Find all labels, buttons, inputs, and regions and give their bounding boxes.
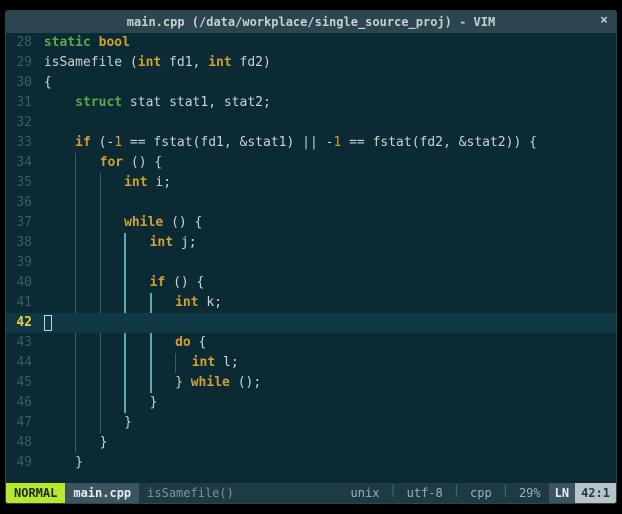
line-number: 39 xyxy=(6,253,36,273)
indent-guide xyxy=(100,253,101,273)
line-number: 31 xyxy=(6,93,36,113)
line-number: 47 xyxy=(6,413,36,433)
indent-guide xyxy=(75,153,76,173)
indent-guide xyxy=(124,373,126,393)
indent-guide xyxy=(124,293,126,313)
indent-guide xyxy=(124,393,126,413)
line-number: 28 xyxy=(6,33,36,53)
indent-guide xyxy=(75,213,76,233)
indent-guide xyxy=(75,193,76,213)
line-label: LN xyxy=(549,483,575,503)
cursor xyxy=(44,315,52,331)
indent-guide xyxy=(100,213,101,233)
file-format: unix xyxy=(343,483,388,503)
indent-guide xyxy=(150,333,152,353)
indent-guide xyxy=(75,433,76,453)
window-title: main.cpp (/data/workplace/single_source_… xyxy=(127,15,495,29)
line-number: 46 xyxy=(6,393,36,413)
editor[interactable]: 28 static bool 29 isSamefile (int fd1, i… xyxy=(6,33,616,503)
mode-indicator: NORMAL xyxy=(6,483,65,503)
cursor-position: 42:1 xyxy=(575,483,616,503)
indent-guide xyxy=(100,353,101,373)
indent-guide xyxy=(100,173,101,193)
line-number: 37 xyxy=(6,213,36,233)
line-number: 49 xyxy=(6,453,36,473)
line-number: 38 xyxy=(6,233,36,253)
line-number: 34 xyxy=(6,153,36,173)
indent-guide xyxy=(75,393,76,413)
indent-guide xyxy=(75,293,76,313)
statusline: NORMAL main.cpp isSamefile() unix| utf-8… xyxy=(6,483,616,503)
filename: main.cpp xyxy=(65,483,139,503)
function-name: isSamefile() xyxy=(139,483,242,503)
indent-guide xyxy=(124,353,126,373)
editor-window: main.cpp (/data/workplace/single_source_… xyxy=(5,10,617,504)
encoding: utf-8 xyxy=(399,483,451,503)
indent-guide xyxy=(124,333,126,353)
indent-guide xyxy=(75,373,76,393)
indent-guide xyxy=(124,233,126,253)
indent-guide xyxy=(100,233,101,253)
indent-guide xyxy=(100,393,101,413)
indent-guide xyxy=(124,253,126,273)
indent-guide xyxy=(150,293,152,313)
line-number: 44 xyxy=(6,353,36,373)
line-number: 29 xyxy=(6,53,36,73)
indent-guide xyxy=(100,373,101,393)
line-number: 48 xyxy=(6,433,36,453)
current-line: 42 xyxy=(6,313,616,333)
line-number: 30 xyxy=(6,73,36,93)
indent-guide xyxy=(100,413,101,433)
line-number: 33 xyxy=(6,133,36,153)
line-number: 43 xyxy=(6,333,36,353)
indent-guide xyxy=(100,273,101,293)
indent-guide xyxy=(100,193,101,213)
indent-guide xyxy=(150,353,152,373)
file-type: cpp xyxy=(462,483,500,503)
indent-guide xyxy=(75,413,76,433)
indent-guide xyxy=(75,353,76,373)
indent-guide xyxy=(75,253,76,273)
line-number: 36 xyxy=(6,193,36,213)
indent-guide xyxy=(100,293,101,313)
line-number: 41 xyxy=(6,293,36,313)
indent-guide xyxy=(124,273,126,293)
line-number: 32 xyxy=(6,113,36,133)
line-number: 35 xyxy=(6,173,36,193)
line-number: 45 xyxy=(6,373,36,393)
indent-guide xyxy=(100,333,101,353)
indent-guide xyxy=(150,373,152,393)
percent: 29% xyxy=(511,483,549,503)
indent-guide xyxy=(75,233,76,253)
line-number: 40 xyxy=(6,273,36,293)
indent-guide xyxy=(75,173,76,193)
line-number: 42 xyxy=(6,313,36,333)
close-icon[interactable]: × xyxy=(600,13,608,28)
indent-guide xyxy=(75,333,76,353)
indent-guide xyxy=(175,353,176,373)
code-area[interactable]: 28 static bool 29 isSamefile (int fd1, i… xyxy=(6,33,616,483)
titlebar: main.cpp (/data/workplace/single_source_… xyxy=(6,11,616,33)
indent-guide xyxy=(75,273,76,293)
